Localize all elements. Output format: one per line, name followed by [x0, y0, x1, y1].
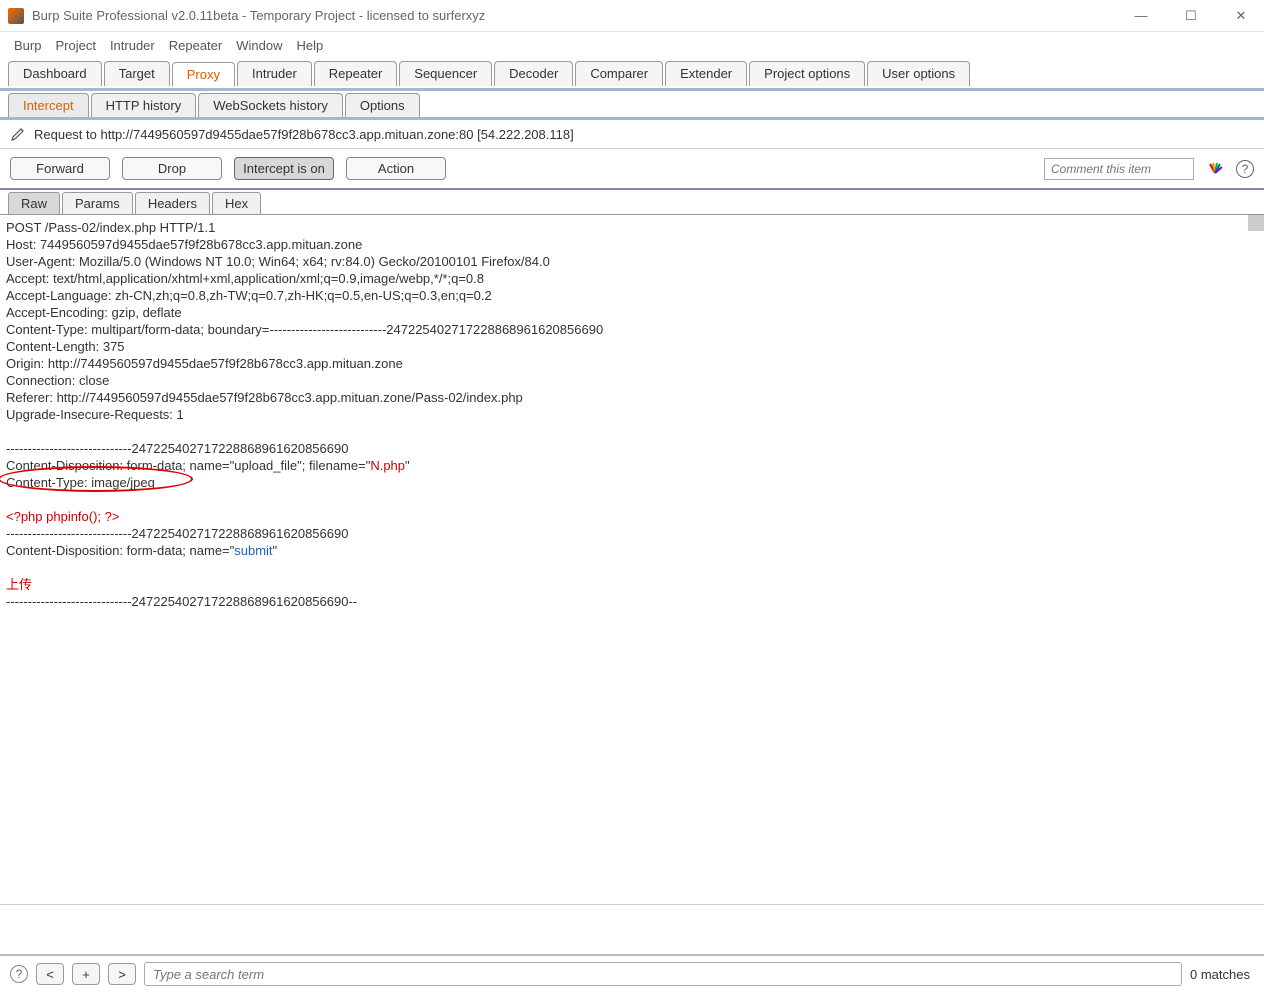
- raw-line: Connection: close: [6, 372, 1258, 389]
- forward-button[interactable]: Forward: [10, 157, 110, 180]
- subtab-websockets-history[interactable]: WebSockets history: [198, 93, 343, 117]
- raw-line: [6, 423, 1258, 440]
- tab-user-options[interactable]: User options: [867, 61, 970, 86]
- proxy-sub-tabs: Intercept HTTP history WebSockets histor…: [0, 91, 1264, 120]
- raw-line: [6, 491, 1258, 508]
- raw-line: 上传: [6, 576, 1258, 593]
- menu-project[interactable]: Project: [49, 36, 101, 55]
- raw-line: POST /Pass-02/index.php HTTP/1.1: [6, 219, 1258, 236]
- tab-comparer[interactable]: Comparer: [575, 61, 663, 86]
- drop-button[interactable]: Drop: [122, 157, 222, 180]
- raw-line: Upgrade-Insecure-Requests: 1: [6, 406, 1258, 423]
- search-next-button[interactable]: >: [108, 963, 136, 985]
- search-add-button[interactable]: +: [72, 963, 100, 985]
- comment-input[interactable]: [1044, 158, 1194, 180]
- tab-intruder[interactable]: Intruder: [237, 61, 312, 86]
- tab-extender[interactable]: Extender: [665, 61, 747, 86]
- viewtab-headers[interactable]: Headers: [135, 192, 210, 214]
- raw-request-editor[interactable]: POST /Pass-02/index.php HTTP/1.1 Host: 7…: [0, 215, 1264, 905]
- minimize-button[interactable]: —: [1126, 8, 1156, 24]
- menu-intruder[interactable]: Intruder: [104, 36, 161, 55]
- tab-dashboard[interactable]: Dashboard: [8, 61, 102, 86]
- raw-line: Content-Type: image/jpeg: [6, 474, 1258, 491]
- maximize-button[interactable]: ☐: [1176, 8, 1206, 24]
- match-count: 0 matches: [1190, 967, 1254, 982]
- main-tabs: Dashboard Target Proxy Intruder Repeater…: [0, 59, 1264, 91]
- tab-target[interactable]: Target: [104, 61, 170, 86]
- viewtab-hex[interactable]: Hex: [212, 192, 261, 214]
- raw-line: Content-Disposition: form-data; name="su…: [6, 542, 1258, 559]
- action-button[interactable]: Action: [346, 157, 446, 180]
- raw-line: Referer: http://7449560597d9455dae57f9f2…: [6, 389, 1258, 406]
- menu-burp[interactable]: Burp: [8, 36, 47, 55]
- raw-line: -----------------------------24722540271…: [6, 593, 1258, 610]
- raw-line: -----------------------------24722540271…: [6, 525, 1258, 542]
- raw-line: Accept-Language: zh-CN,zh;q=0.8,zh-TW;q=…: [6, 287, 1258, 304]
- window-controls: — ☐ ✕: [1126, 8, 1256, 24]
- help-icon[interactable]: ?: [1236, 160, 1254, 178]
- close-button[interactable]: ✕: [1226, 8, 1256, 24]
- menubar: Burp Project Intruder Repeater Window He…: [0, 32, 1264, 59]
- menu-repeater[interactable]: Repeater: [163, 36, 228, 55]
- search-help-icon[interactable]: ?: [10, 965, 28, 983]
- raw-line: Accept-Encoding: gzip, deflate: [6, 304, 1258, 321]
- menu-help[interactable]: Help: [290, 36, 329, 55]
- tab-repeater[interactable]: Repeater: [314, 61, 397, 86]
- raw-line: Origin: http://7449560597d9455dae57f9f28…: [6, 355, 1258, 372]
- raw-line: Content-Disposition: form-data; name="up…: [6, 457, 1258, 474]
- tab-sequencer[interactable]: Sequencer: [399, 61, 492, 86]
- search-bar: ? < + > 0 matches: [0, 954, 1264, 992]
- raw-line: Host: 7449560597d9455dae57f9f28b678cc3.a…: [6, 236, 1258, 253]
- app-icon: [8, 8, 24, 24]
- subtab-options[interactable]: Options: [345, 93, 420, 117]
- titlebar-text: Burp Suite Professional v2.0.11beta - Te…: [32, 8, 1126, 23]
- search-prev-button[interactable]: <: [36, 963, 64, 985]
- search-input[interactable]: [144, 962, 1182, 986]
- palette-icon[interactable]: [1206, 160, 1224, 178]
- viewtab-raw[interactable]: Raw: [8, 192, 60, 214]
- request-info-bar: Request to http://7449560597d9455dae57f9…: [0, 120, 1264, 149]
- pencil-icon: [10, 126, 26, 142]
- request-info-text: Request to http://7449560597d9455dae57f9…: [34, 127, 574, 142]
- subtab-http-history[interactable]: HTTP history: [91, 93, 197, 117]
- scrollbar-thumb[interactable]: [1248, 215, 1264, 231]
- view-tabs: Raw Params Headers Hex: [0, 190, 1264, 215]
- action-bar: Forward Drop Intercept is on Action ?: [0, 149, 1264, 190]
- tab-proxy[interactable]: Proxy: [172, 62, 235, 87]
- raw-line: Content-Length: 375: [6, 338, 1258, 355]
- raw-line: -----------------------------24722540271…: [6, 440, 1258, 457]
- viewtab-params[interactable]: Params: [62, 192, 133, 214]
- raw-line: [6, 559, 1258, 576]
- titlebar: Burp Suite Professional v2.0.11beta - Te…: [0, 0, 1264, 32]
- raw-line: Accept: text/html,application/xhtml+xml,…: [6, 270, 1258, 287]
- raw-line: <?php phpinfo(); ?>: [6, 508, 1258, 525]
- subtab-intercept[interactable]: Intercept: [8, 93, 89, 117]
- intercept-toggle-button[interactable]: Intercept is on: [234, 157, 334, 180]
- raw-line: Content-Type: multipart/form-data; bound…: [6, 321, 1258, 338]
- menu-window[interactable]: Window: [230, 36, 288, 55]
- tab-decoder[interactable]: Decoder: [494, 61, 573, 86]
- tab-project-options[interactable]: Project options: [749, 61, 865, 86]
- raw-line: User-Agent: Mozilla/5.0 (Windows NT 10.0…: [6, 253, 1258, 270]
